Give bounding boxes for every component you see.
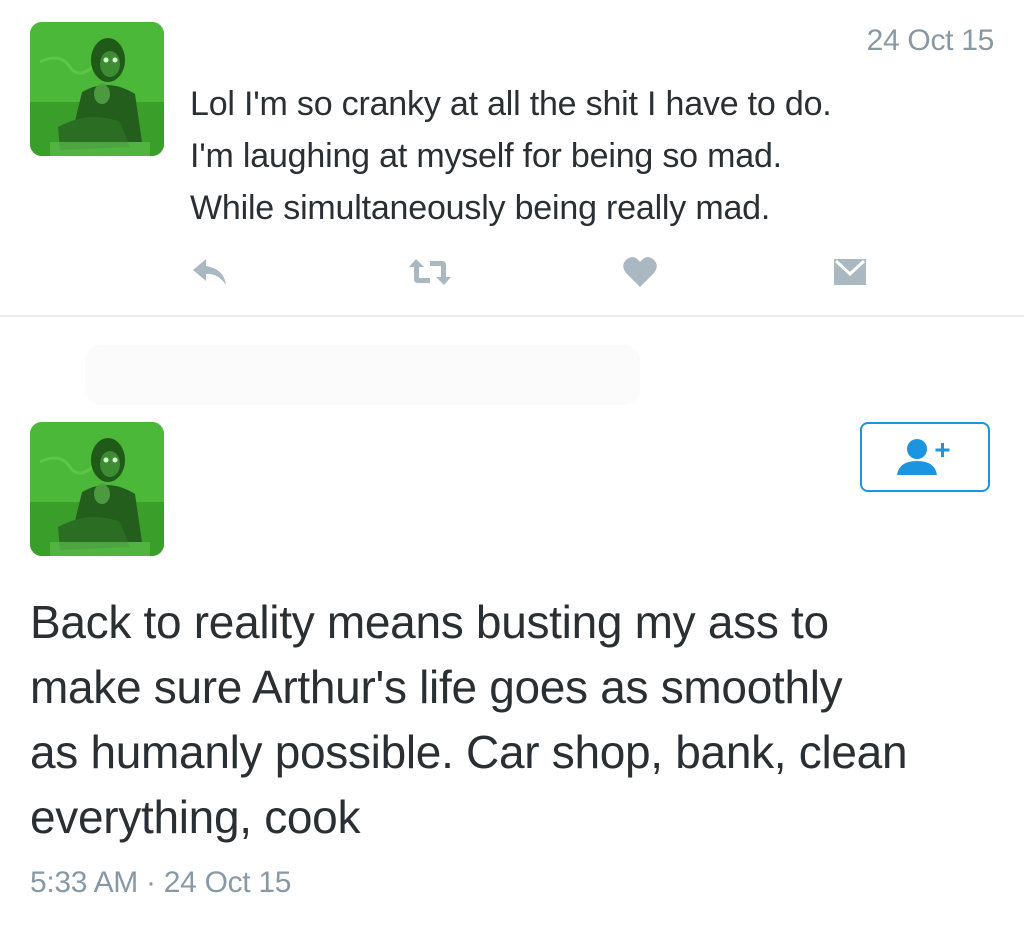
tweet-text-line: I'm laughing at myself for being so mad. xyxy=(190,137,782,175)
tweet-date[interactable]: 24 Oct 15 xyxy=(164,866,292,899)
tweet-metadata: 5:33 AM · 24 Oct 15 xyxy=(30,866,291,900)
avatar[interactable] xyxy=(30,22,164,156)
tweet-divider xyxy=(0,315,1024,317)
avatar-photo xyxy=(30,422,164,556)
tweet-text: Lol I'm so cranky at all the shit I have… xyxy=(190,78,990,234)
tweet-text-line: Lol I'm so cranky at all the shit I have… xyxy=(190,85,832,123)
follow-button[interactable] xyxy=(860,422,990,492)
tweet-text-line: as humanly possible. Car shop, bank, cle… xyxy=(30,726,908,778)
tweet-time[interactable]: 5:33 AM xyxy=(30,866,138,899)
avatar-photo xyxy=(30,22,164,156)
reply-button[interactable] xyxy=(188,252,232,292)
tweet-text-line: make sure Arthur's life goes as smoothly xyxy=(30,661,843,713)
redacted-username xyxy=(195,8,665,56)
retweet-button[interactable] xyxy=(408,252,452,292)
redacted-name-and-handle xyxy=(195,420,540,580)
retweet-icon xyxy=(409,259,451,285)
heart-icon xyxy=(623,257,657,287)
meta-separator: · xyxy=(146,866,156,899)
tweet-timestamp[interactable]: 24 Oct 15 xyxy=(867,24,995,58)
reply-icon xyxy=(193,259,226,285)
direct-message-button[interactable] xyxy=(828,252,872,292)
like-button[interactable] xyxy=(618,252,662,292)
tweet-text-line: Back to reality means busting my ass to xyxy=(30,596,829,648)
follow-user-plus-icon xyxy=(897,439,950,475)
redacted-context-header xyxy=(85,345,640,405)
envelope-icon xyxy=(834,259,866,285)
tweet-text-line: everything, cook xyxy=(30,791,361,843)
tweet-text: Back to reality means busting my ass to … xyxy=(30,590,990,850)
avatar[interactable] xyxy=(30,422,164,556)
tweet-text-line: While simultaneously being really mad. xyxy=(190,189,771,227)
